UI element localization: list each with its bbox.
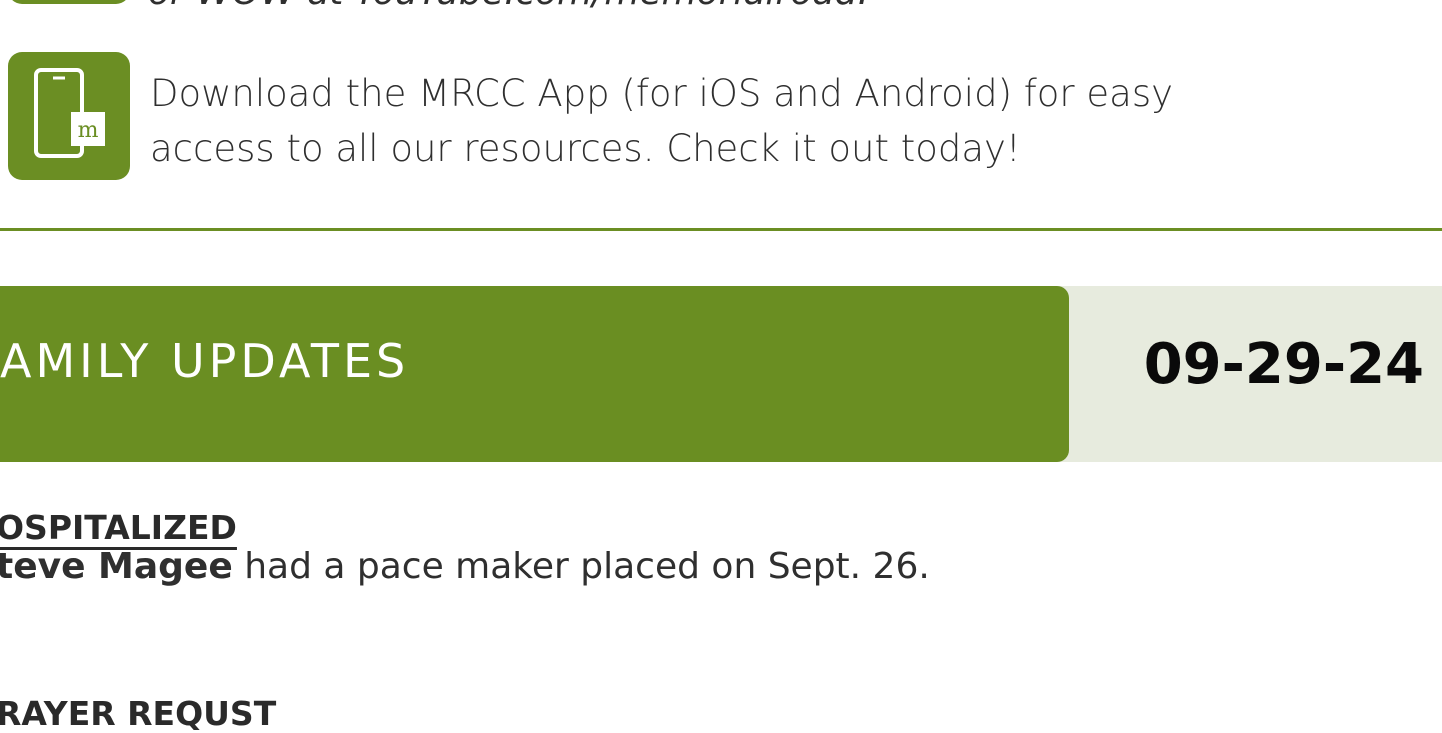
phone-app-icon[interactable]: m [8, 52, 130, 180]
patient-note: had a pace maker placed on Sept. 26. [232, 546, 930, 587]
youtube-icon [8, 0, 130, 4]
wow-youtube-text: or WOW at YouTube.com/memorialroad. [148, 0, 869, 13]
section-divider [0, 228, 1442, 231]
hospitalized-heading: OSPITALIZED [0, 508, 237, 547]
app-download-line-1: Download the MRCC App (for iOS and Andro… [150, 72, 1174, 115]
banner-date: 09-29-24 [1143, 332, 1424, 397]
app-download-line-2: access to all our resources. Check it ou… [150, 127, 1021, 170]
banner-title: AMILY UPDATES [0, 334, 410, 388]
hospitalized-entry: teve Magee had a pace maker placed on Se… [0, 546, 930, 587]
phone-m-icon: m [34, 68, 105, 158]
patient-name: teve Magee [0, 546, 233, 587]
svg-text:m: m [78, 118, 99, 143]
app-download-text: Download the MRCC App (for iOS and Andro… [150, 66, 1173, 176]
prayer-request-heading: RAYER REQUST [0, 694, 277, 733]
